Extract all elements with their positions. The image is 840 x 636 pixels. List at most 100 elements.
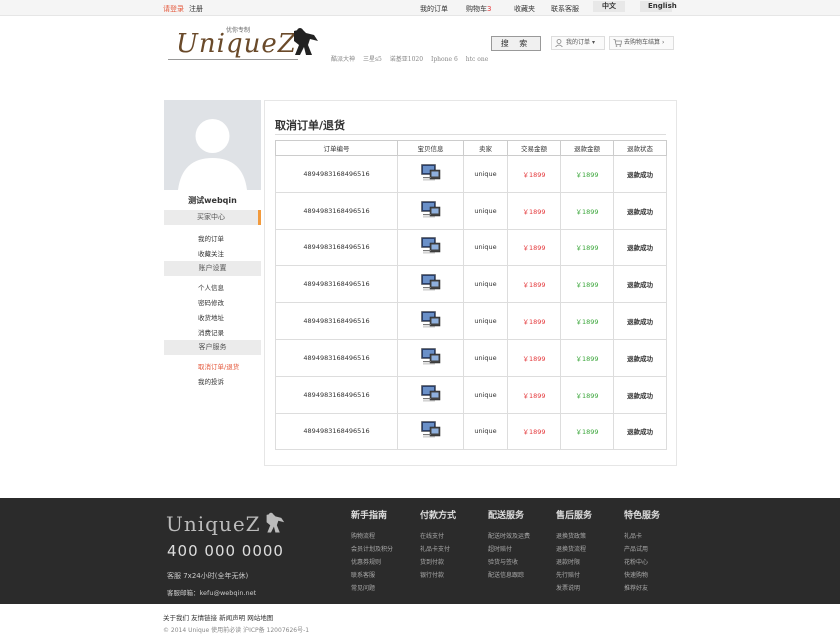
footer-link[interactable]: 优惠券规则 [351,556,393,569]
refund-amount-cell: ￥1899 [560,412,614,451]
seller-cell: unique [463,228,508,267]
seller-cell: unique [463,375,508,414]
search-button[interactable]: 搜 索 [491,36,541,51]
footer-link[interactable]: 退换货政策 [556,530,592,543]
refund-amount-cell: ￥1899 [560,265,614,304]
footer-link[interactable]: 退换货流程 [556,543,592,556]
product-thumbnail-icon[interactable] [420,164,441,182]
footer-link[interactable]: 超时赔付 [488,543,530,556]
avatar-placeholder-icon [178,119,247,190]
footer-link[interactable]: 先行赔付 [556,569,592,582]
copyright-text: © 2014 Unique 使用前必读 沪ICP备 12007626号-1 [163,627,310,634]
footer-link[interactable]: 会员计划及积分 [351,543,393,556]
footer-link[interactable]: 发票说明 [556,582,592,595]
sidebar-item-password[interactable]: 密码修改 [198,297,224,307]
top-my-orders-link[interactable]: 我的订单 [420,4,448,14]
sidebar-section-customer-service[interactable]: 客户服务 [164,340,261,355]
product-thumbnail-icon[interactable] [420,384,441,403]
footer-link[interactable]: 退款时限 [556,556,592,569]
order-number-cell[interactable]: 4894983168496516 [275,265,398,304]
product-thumbnail-icon[interactable] [420,274,441,292]
product-info-cell [397,375,464,414]
hotword-link[interactable]: Iphone 6 [431,56,458,63]
hotword-link[interactable]: htc one [466,56,489,63]
column-header: 宝贝信息 [397,140,464,156]
footer-link[interactable]: 快速购物 [624,569,660,582]
order-number-cell[interactable]: 4894983168496516 [275,302,398,340]
sidebar-item-profile[interactable]: 个人信息 [198,282,224,292]
sidebar-item-complaints[interactable]: 我的投诉 [198,376,224,386]
footer-logo-figure-icon [266,512,285,533]
order-number-cell[interactable]: 4894983168496516 [275,191,398,230]
order-number-cell[interactable]: 4894983168496516 [275,228,398,267]
sidebar-item-cancel-return[interactable]: 取消订单/退货 [198,361,239,371]
column-header: 订单编号 [275,140,398,156]
bottom-links[interactable]: 关于我们 友情链接 新闻声明 网站地图 [163,612,273,622]
footer-link[interactable]: 在线支付 [420,530,456,543]
top-cart-link[interactable]: 购物车3 [466,4,491,14]
sidebar-section-account-settings[interactable]: 账户设置 [164,261,261,276]
product-thumbnail-icon[interactable] [420,421,441,439]
footer-link[interactable]: 验货与签收 [488,556,530,569]
footer-column-title: 特色服务 [624,511,661,521]
site-logo[interactable]: UniqueZ 优你专制 [168,23,323,63]
product-thumbnail-icon[interactable] [420,348,441,366]
product-info-cell [397,338,464,377]
footer-link[interactable]: 常见问题 [351,582,393,595]
checkout-cart-button[interactable]: 去购物车结算 › [609,36,674,50]
header-my-orders-button[interactable]: 我的订单 ▾ [551,36,605,50]
footer-column-title: 配送服务 [488,511,525,521]
checkout-cart-label: 去购物车结算 [624,39,661,46]
login-link[interactable]: 请登录 [163,4,184,14]
order-number-cell[interactable]: 4894983168496516 [275,338,398,377]
lang-english-button[interactable]: English [640,1,677,12]
order-number-cell[interactable]: 4894983168496516 [275,375,398,414]
hotword-link[interactable]: 酷派大神 [331,56,355,63]
footer-link[interactable]: 礼品卡 [624,530,660,543]
table-row: 4894983168496516 unique ￥1899 ￥1899 退款成功 [275,412,667,451]
footer-link[interactable]: 礼品卡支付 [420,543,456,556]
product-thumbnail-icon[interactable] [420,237,441,255]
refund-status-cell: 退款成功 [613,265,667,304]
order-number-cell[interactable]: 4894983168496516 [275,155,398,193]
sidebar-section-buyer-center[interactable]: 买家中心 [164,210,261,225]
register-link[interactable]: 注册 [189,4,203,14]
product-thumbnail-icon[interactable] [420,311,441,329]
trade-amount-cell: ￥1899 [507,155,561,193]
lang-chinese-button[interactable]: 中文 [593,1,625,12]
footer-link[interactable]: 银行付款 [420,569,456,582]
chevron-down-icon: ▾ [591,39,595,46]
footer-link[interactable]: 联系客服 [351,569,393,582]
trade-amount-cell: ￥1899 [507,338,561,377]
footer-link[interactable]: 产品试用 [624,543,660,556]
cart-icon [613,39,622,47]
refund-status-cell: 退款成功 [613,228,667,267]
footer-link[interactable]: 货到付款 [420,556,456,569]
order-number-cell[interactable]: 4894983168496516 [275,412,398,451]
cart-count-badge: 3 [487,5,492,13]
favorites-link[interactable]: 收藏夹 [514,4,535,14]
sidebar-item-favorites[interactable]: 收藏关注 [198,248,224,258]
logo-tagline: 优你专制 [226,27,251,34]
sidebar-item-address[interactable]: 收货地址 [198,312,224,322]
footer-column-payment: 付款方式 在线支付 礼品卡支付 货到付款 银行付款 [420,508,456,582]
trade-amount-cell: ￥1899 [507,228,561,267]
table-row: 4894983168496516 unique ￥1899 ￥1899 退款成功 [275,228,667,267]
hotword-link[interactable]: 诺基亚1020 [390,56,423,63]
product-info-cell [397,302,464,340]
footer-email: 客服邮箱：kefu@webqin.net [167,589,257,597]
hotword-link[interactable]: 三星s5 [363,56,382,63]
footer-link[interactable]: 推荐好友 [624,582,660,595]
footer-link[interactable]: 配送时效及运费 [488,530,530,543]
table-row: 4894983168496516 unique ￥1899 ￥1899 退款成功 [275,155,667,193]
column-header: 卖家 [463,140,508,156]
sidebar-item-my-orders[interactable]: 我的订单 [198,233,224,243]
footer-link[interactable]: 花粉中心 [624,556,660,569]
footer-link[interactable]: 配送信息跟踪 [488,569,530,582]
refund-status-cell: 退款成功 [613,338,667,377]
footer-link[interactable]: 购物流程 [351,530,393,543]
sidebar-item-spending[interactable]: 消费记录 [198,327,224,337]
chevron-right-icon: › [661,39,665,46]
product-thumbnail-icon[interactable] [420,200,441,219]
contact-service-link[interactable]: 联系客服 [551,4,579,14]
